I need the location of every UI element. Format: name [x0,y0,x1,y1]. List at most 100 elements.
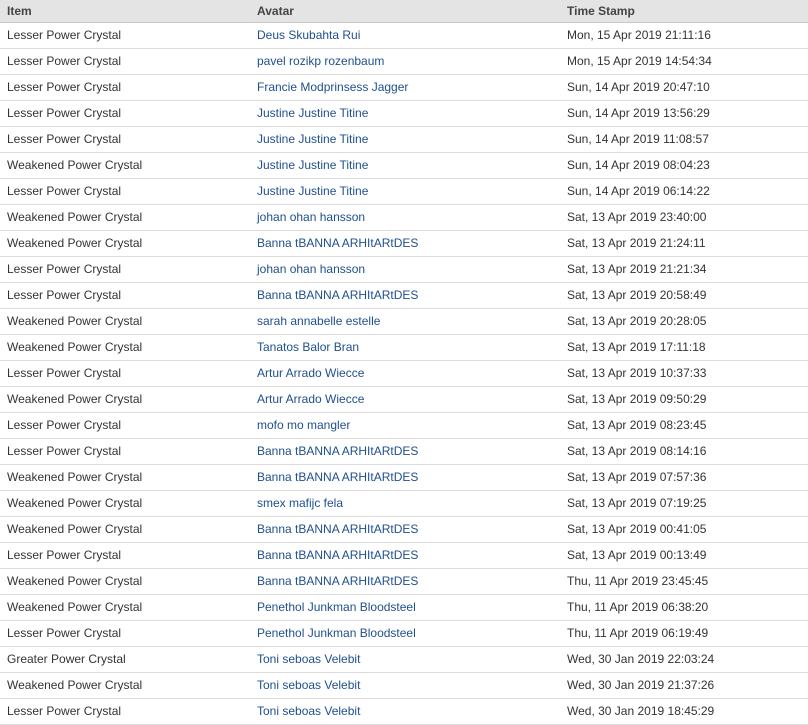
avatar-cell: Banna tBANNA ARHItARtDES [250,464,560,491]
table-row: Weakened Power Crystal Toni seboas Velebi… [0,672,808,699]
avatar-link[interactable]: Banna tBANNA ARHItARtDES [257,444,418,458]
avatar-cell: johan ohan hansson [250,256,560,283]
avatar-link[interactable]: mofo mo mangler [257,418,350,432]
avatar-cell: Toni seboas Velebit [250,646,560,673]
avatar-cell: Penethol Junkman Bloodsteel [250,620,560,647]
table-body: Lesser Power Crystal Deus Skubahta Rui Mon… [0,22,808,725]
time-stamp-cell: Thu, 11 Apr 2019 23:45:45 [560,568,808,595]
item-cell: Weakened Power Crystal [0,334,250,361]
avatar-link[interactable]: pavel rozikp rozenbaum [257,54,384,68]
column-header-avatar[interactable]: Avatar [250,0,560,23]
avatar-cell: Tanatos Balor Bran [250,334,560,361]
time-stamp-cell: Sat, 13 Apr 2019 10:37:33 [560,360,808,387]
time-stamp-cell: Sat, 13 Apr 2019 09:50:29 [560,386,808,413]
time-stamp-cell: Sat, 13 Apr 2019 08:23:45 [560,412,808,439]
avatar-link[interactable]: Justine Justine Titine [257,132,368,146]
item-cell: Weakened Power Crystal [0,568,250,595]
avatar-link[interactable]: Toni seboas Velebit [257,678,360,692]
time-stamp-cell: Sat, 13 Apr 2019 08:14:16 [560,438,808,465]
avatar-link[interactable]: sarah annabelle estelle [257,314,380,328]
avatar-link[interactable]: johan ohan hansson [257,210,365,224]
table-row: Weakened Power Crystal johan ohan hansson… [0,204,808,231]
time-stamp-cell: Sun, 14 Apr 2019 20:47:10 [560,74,808,101]
avatar-link[interactable]: Justine Justine Titine [257,106,368,120]
table-row: Lesser Power Crystal Banna tBANNA ARHItAR… [0,282,808,309]
avatar-cell: Artur Arrado Wiecce [250,360,560,387]
time-stamp-cell: Wed, 30 Jan 2019 21:37:26 [560,672,808,699]
avatar-cell: sarah annabelle estelle [250,308,560,335]
avatar-cell: Banna tBANNA ARHItARtDES [250,516,560,543]
avatar-link[interactable]: Banna tBANNA ARHItARtDES [257,522,418,536]
table-row: Weakened Power Crystal Justine Justine Ti… [0,152,808,179]
time-stamp-cell: Wed, 30 Jan 2019 22:03:24 [560,646,808,673]
avatar-link[interactable]: Justine Justine Titine [257,158,368,172]
avatar-cell: Deus Skubahta Rui [250,22,560,49]
avatar-cell: Justine Justine Titine [250,178,560,205]
time-stamp-cell: Wed, 30 Jan 2019 18:45:29 [560,698,808,725]
avatar-cell: Artur Arrado Wiecce [250,386,560,413]
item-cell: Lesser Power Crystal [0,282,250,309]
avatar-link[interactable]: Tanatos Balor Bran [257,340,359,354]
avatar-link[interactable]: Banna tBANNA ARHItARtDES [257,574,418,588]
table-row: Weakened Power Crystal Banna tBANNA ARHIt… [0,568,808,595]
table-row: Lesser Power Crystal Banna tBANNA ARHItAR… [0,542,808,569]
time-stamp-cell: Sun, 14 Apr 2019 08:04:23 [560,152,808,179]
time-stamp-cell: Sun, 14 Apr 2019 06:14:22 [560,178,808,205]
avatar-link[interactable]: Toni seboas Velebit [257,704,360,718]
table-row: Weakened Power Crystal Penethol Junkman B… [0,594,808,621]
table-row: Weakened Power Crystal Artur Arrado Wiecc… [0,386,808,413]
item-cell: Weakened Power Crystal [0,594,250,621]
avatar-link[interactable]: Artur Arrado Wiecce [257,392,364,406]
avatar-cell: Justine Justine Titine [250,100,560,127]
time-stamp-cell: Sat, 13 Apr 2019 00:41:05 [560,516,808,543]
item-cell: Weakened Power Crystal [0,204,250,231]
avatar-link[interactable]: Penethol Junkman Bloodsteel [257,626,416,640]
table-row: Lesser Power Crystal Deus Skubahta Rui Mon… [0,22,808,49]
avatar-cell: Toni seboas Velebit [250,698,560,725]
item-cell: Lesser Power Crystal [0,48,250,75]
table-row: Weakened Power Crystal smex mafijc fela Sa… [0,490,808,517]
item-cell: Lesser Power Crystal [0,620,250,647]
column-header-time-stamp[interactable]: Time Stamp [560,0,808,23]
table-row: Weakened Power Crystal Banna tBANNA ARHIt… [0,230,808,257]
table-row: Lesser Power Crystal mofo mo mangler Sat, … [0,412,808,439]
table-row: Lesser Power Crystal Justine Justine Titi… [0,100,808,127]
avatar-link[interactable]: Banna tBANNA ARHItARtDES [257,470,418,484]
table-row: Lesser Power Crystal Banna tBANNA ARHItAR… [0,438,808,465]
table-header-row: Item Avatar Time Stamp [0,0,808,23]
avatar-link[interactable]: Artur Arrado Wiecce [257,366,364,380]
column-header-item[interactable]: Item [0,0,250,23]
item-cell: Lesser Power Crystal [0,542,250,569]
avatar-link[interactable]: Banna tBANNA ARHItARtDES [257,288,418,302]
time-stamp-cell: Sat, 13 Apr 2019 17:11:18 [560,334,808,361]
avatar-cell: Penethol Junkman Bloodsteel [250,594,560,621]
item-cell: Lesser Power Crystal [0,412,250,439]
time-stamp-cell: Sat, 13 Apr 2019 20:58:49 [560,282,808,309]
item-cell: Lesser Power Crystal [0,360,250,387]
table-row: Weakened Power Crystal Tanatos Balor Bran… [0,334,808,361]
avatar-link[interactable]: Banna tBANNA ARHItARtDES [257,236,418,250]
avatar-cell: Banna tBANNA ARHItARtDES [250,542,560,569]
avatar-link[interactable]: Francie Modprinsess Jagger [257,80,408,94]
avatar-link[interactable]: Justine Justine Titine [257,184,368,198]
time-stamp-cell: Sun, 14 Apr 2019 11:08:57 [560,126,808,153]
table-row: Weakened Power Crystal sarah annabelle es… [0,308,808,335]
table-row: Lesser Power Crystal Artur Arrado Wiecce S… [0,360,808,387]
avatar-link[interactable]: Toni seboas Velebit [257,652,360,666]
table-row: Weakened Power Crystal Banna tBANNA ARHIt… [0,464,808,491]
avatar-link[interactable]: Banna tBANNA ARHItARtDES [257,548,418,562]
avatar-link[interactable]: smex mafijc fela [257,496,343,510]
avatar-cell: johan ohan hansson [250,204,560,231]
time-stamp-cell: Sat, 13 Apr 2019 00:13:49 [560,542,808,569]
avatar-link[interactable]: Deus Skubahta Rui [257,28,360,42]
avatar-link[interactable]: Penethol Junkman Bloodsteel [257,600,416,614]
table-row: Weakened Power Crystal Banna tBANNA ARHIt… [0,516,808,543]
avatar-cell: Justine Justine Titine [250,152,560,179]
time-stamp-cell: Sat, 13 Apr 2019 21:21:34 [560,256,808,283]
avatar-cell: Banna tBANNA ARHItARtDES [250,230,560,257]
avatar-link[interactable]: johan ohan hansson [257,262,365,276]
item-cell: Weakened Power Crystal [0,230,250,257]
item-cell: Weakened Power Crystal [0,490,250,517]
avatar-cell: smex mafijc fela [250,490,560,517]
avatar-cell: Justine Justine Titine [250,126,560,153]
